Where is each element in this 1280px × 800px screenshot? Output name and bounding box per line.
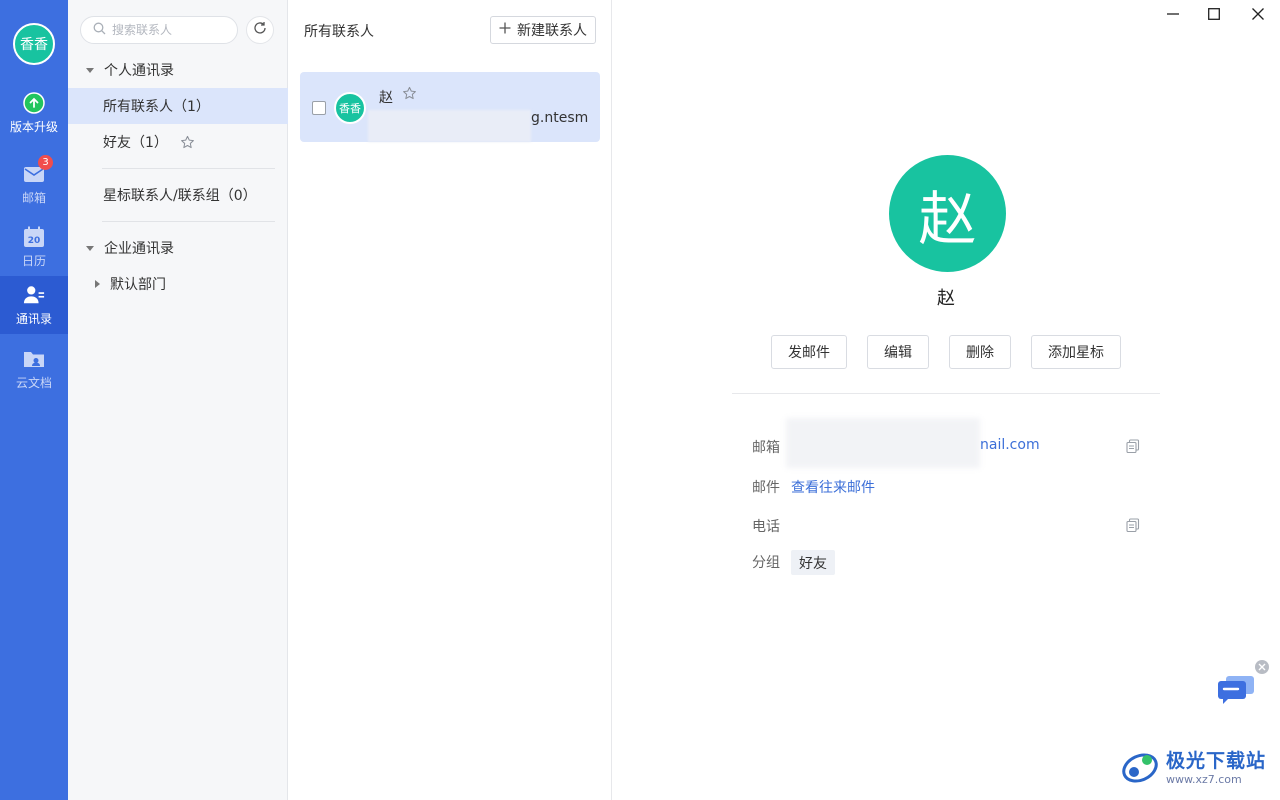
tree-section-label: 个人通讯录 [104,63,174,79]
tree-section-personal[interactable]: 个人通讯录 [68,52,288,88]
refresh-button[interactable] [246,16,274,44]
redacted-email [786,418,980,468]
contact-search[interactable] [80,16,238,44]
rail-item-cloud-docs[interactable]: 云文档 [0,340,68,398]
mail-label: 邮件 [752,480,780,496]
refresh-icon [253,21,267,39]
close-feedback-icon[interactable] [1255,660,1269,674]
caret-down-icon [86,67,94,73]
select-checkbox[interactable] [312,101,326,115]
nav-rail: 香香 版本升级 3 邮箱 20 日历 通讯录 云文档 [0,0,68,800]
button-label: 新建联系人 [517,23,587,39]
tree-item-label: 星标联系人/联系组（0） [103,188,257,204]
app-window: 香香 版本升级 3 邮箱 20 日历 通讯录 云文档 搜索联系人 个人通讯录 所… [0,0,1280,800]
new-contact-button[interactable]: 新建联系人 [490,16,596,44]
contact-list-panel: 所有联系人 新建联系人 香香 赵 g.ntesmail.com [288,0,612,800]
rail-item-label: 通讯录 [15,311,52,326]
mail-icon: 3 [23,154,53,185]
tree-item-all-contacts[interactable]: 所有联系人（1） [68,88,288,124]
minimize-button[interactable] [1153,4,1193,28]
close-button[interactable] [1238,4,1278,28]
folder-icon [23,348,45,370]
watermark: 极光下载站 www.xz7.com [1120,746,1266,790]
tree-item-starred[interactable]: 星标联系人/联系组（0） [68,177,288,213]
rail-item-label: 邮箱 [21,190,46,205]
contact-avatar: 香香 [334,92,366,124]
minimize-icon [1167,8,1179,24]
rail-item-calendar[interactable]: 20 日历 [0,218,68,276]
phone-label: 电话 [752,519,780,535]
copy-icon[interactable] [1126,518,1140,533]
svg-text:20: 20 [28,236,41,246]
list-title: 所有联系人 [304,24,374,40]
unread-badge: 3 [38,154,53,170]
contact-email: g.ntesmail.com [531,110,589,126]
rail-item-mail[interactable]: 3 邮箱 [0,154,68,213]
group-tag: 好友 [791,550,835,575]
watermark-text: 极光下载站 www.xz7.com [1166,749,1267,786]
email-label: 邮箱 [752,440,780,456]
contact-card[interactable]: 香香 赵 g.ntesmail.com [300,72,600,142]
send-email-button[interactable]: 发邮件 [771,335,847,369]
view-mail-history-link[interactable]: 查看往来邮件 [791,477,875,497]
maximize-button[interactable] [1194,4,1234,28]
user-avatar[interactable]: 香香 [13,23,55,65]
plus-icon [499,22,511,38]
feedback-chat-icon[interactable] [1216,674,1256,704]
email-value[interactable]: nail.com [980,437,1040,453]
upgrade-icon [23,91,45,114]
address-book-tree: 个人通讯录 所有联系人（1） 好友（1） 星标联系人/联系组（0） 企业通讯录 … [68,0,288,800]
detail-name-row: 赵 [0,284,1280,310]
group-label: 分组 [752,555,780,571]
star-outline-icon[interactable] [402,86,417,105]
edit-button[interactable]: 编辑 [867,335,929,369]
divider [102,168,275,169]
delete-button[interactable]: 删除 [949,335,1011,369]
add-star-button[interactable]: 添加星标 [1031,335,1121,369]
tree-section-label: 企业通讯录 [104,241,174,257]
tree-item-friends[interactable]: 好友（1） [68,124,288,160]
watermark-url: www.xz7.com [1166,772,1242,786]
divider [732,393,1160,394]
search-icon [93,22,106,39]
close-icon [1252,8,1264,24]
tree-item-label: 所有联系人（1） [103,99,210,115]
tree-section-enterprise[interactable]: 企业通讯录 [68,230,288,266]
rail-item-upgrade[interactable]: 版本升级 [0,84,68,142]
detail-name: 赵 [937,288,955,309]
calendar-icon: 20 [23,226,45,248]
divider [102,221,275,222]
caret-down-icon [86,245,94,251]
tree-item-label: 好友（1） [103,135,168,151]
rail-item-label: 版本升级 [9,119,58,134]
detail-avatar: 赵 [889,155,1006,272]
watermark-title: 极光下载站 [1166,749,1267,772]
rail-item-label: 日历 [21,253,46,268]
maximize-icon [1208,8,1220,24]
star-outline-icon[interactable] [180,135,195,150]
watermark-logo-icon [1120,746,1160,790]
contact-name: 赵 [379,90,393,106]
copy-icon[interactable] [1126,439,1140,454]
rail-item-label: 云文档 [15,375,52,390]
search-input[interactable] [112,23,222,37]
redacted-email [368,110,531,142]
